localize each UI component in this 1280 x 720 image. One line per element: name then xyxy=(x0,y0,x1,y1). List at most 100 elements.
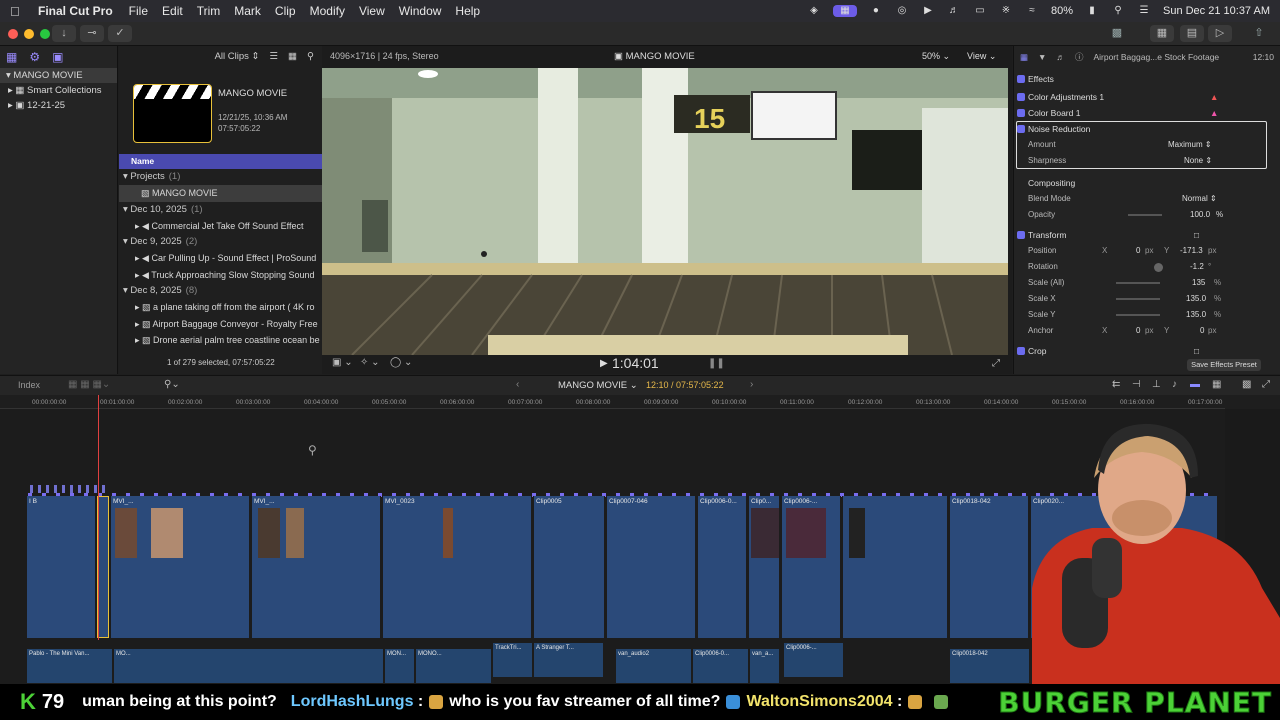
audio-inspector-icon[interactable]: ♬ xyxy=(1056,52,1065,62)
solo-icon[interactable]: ♪ xyxy=(1172,379,1177,390)
list-item[interactable]: ▸ ◀ Truck Approaching Slow Stopping Soun… xyxy=(119,267,322,283)
amount-popup[interactable]: Maximum ⇕ xyxy=(1168,138,1212,152)
timeline-clip[interactable]: Clip0... xyxy=(748,496,780,638)
playhead[interactable] xyxy=(98,395,99,640)
list-group[interactable]: ▾ Dec 9, 2025 (2) xyxy=(119,234,322,250)
layout-inspector-button[interactable]: ▷ xyxy=(1208,25,1232,42)
timeline-clip[interactable]: Clip0005 xyxy=(533,496,605,638)
audio-clip[interactable]: van_a... xyxy=(749,649,779,683)
crop-tool-icon[interactable]: ▣ ⌄ xyxy=(332,357,353,368)
timeline-clip[interactable]: Clip0006-... xyxy=(781,496,841,638)
index-button[interactable]: Index xyxy=(18,380,40,390)
menu-file[interactable]: File xyxy=(129,4,148,18)
zoom-popup[interactable]: 50% ⌄ xyxy=(922,51,950,62)
battery-icon[interactable]: ▮ xyxy=(1085,5,1099,17)
filter-popup[interactable]: All Clips ⇕ xyxy=(215,51,260,62)
video-inspector-icon[interactable]: ▦ xyxy=(1020,52,1028,63)
audio-clip[interactable]: Pablo - The Mini Van... xyxy=(26,649,112,683)
menu-help[interactable]: Help xyxy=(455,4,480,18)
scale-x-slider[interactable] xyxy=(1116,298,1160,300)
minimize-window-button[interactable] xyxy=(24,29,34,39)
timeline-clip[interactable] xyxy=(842,496,948,638)
rotation-dial[interactable] xyxy=(1154,263,1163,272)
skimming-icon[interactable]: ⊣ xyxy=(1132,379,1141,390)
transitions-icon[interactable]: ▩ xyxy=(1242,379,1251,390)
scale-y-slider[interactable] xyxy=(1116,314,1160,316)
anchor-y-value[interactable]: 0 xyxy=(1200,324,1204,338)
libraries-icon[interactable]: ▦ xyxy=(6,50,17,64)
timeline-clip[interactable]: Clip0007-046 xyxy=(606,496,696,638)
wifi-icon[interactable]: ≈ xyxy=(1025,5,1039,17)
share-menu-icon[interactable]: ▩ xyxy=(1106,25,1128,42)
screen-share-icon[interactable]: ◈ xyxy=(807,5,821,17)
clip-appearance-icon[interactable]: ▦ xyxy=(288,51,297,62)
audio-clip[interactable]: Clip0018-042 xyxy=(949,649,1029,683)
color-adjustments-checkbox[interactable] xyxy=(1017,93,1025,101)
sharpness-popup[interactable]: None ⇕ xyxy=(1184,154,1212,168)
bluetooth-icon[interactable]: ※ xyxy=(999,5,1013,17)
list-group[interactable]: ▾ Dec 10, 2025 (1) xyxy=(119,202,322,218)
timeline-clip[interactable]: I B xyxy=(26,496,96,638)
scale-all-slider[interactable] xyxy=(1116,282,1160,284)
timeline-clip[interactable]: Clip0018-042 xyxy=(949,496,1029,638)
menu-modify[interactable]: Modify xyxy=(310,4,345,18)
scale-all-value[interactable]: 135 xyxy=(1192,276,1205,290)
scale-x-value[interactable]: 135.0 xyxy=(1186,292,1206,306)
transform-section[interactable]: Transform □ xyxy=(1014,228,1276,242)
menu-clip[interactable]: Clip xyxy=(275,4,296,18)
list-item[interactable]: ▸ ▧ Drone aerial palm tree coastline oce… xyxy=(119,332,322,348)
timeline-clip[interactable]: MVI_0023 xyxy=(382,496,532,638)
noise-reduction-effect[interactable]: Noise Reduction xyxy=(1014,122,1276,136)
snapping-icon[interactable]: ⇇ xyxy=(1112,379,1120,390)
search-icon[interactable]: ⚲ xyxy=(307,51,314,62)
volume-icon[interactable]: ♬ xyxy=(947,5,961,17)
crop-overlay-icon[interactable]: □ xyxy=(1194,344,1199,358)
audio-clip[interactable]: Clip0006-0... xyxy=(692,649,748,683)
history-forward-icon[interactable]: › xyxy=(750,379,753,390)
zoom-tool-icon[interactable]: ⚲⌄ xyxy=(164,379,180,390)
info-inspector-icon[interactable]: ⓘ xyxy=(1075,51,1084,63)
record-icon[interactable]: ● xyxy=(869,5,883,17)
color-board-icon[interactable]: ▲ xyxy=(1210,106,1218,120)
transform-overlay-icon[interactable]: □ xyxy=(1194,228,1199,242)
enhance-icon[interactable]: ✧ ⌄ xyxy=(360,357,380,368)
menu-trim[interactable]: Trim xyxy=(197,4,221,18)
apple-icon[interactable]:  xyxy=(10,4,24,19)
photos-icon[interactable]: ⚙ xyxy=(29,50,40,64)
play-status-icon[interactable]: ▶ xyxy=(921,5,935,17)
color-inspector-icon[interactable]: ▼ xyxy=(1038,52,1046,62)
audio-clip[interactable]: MO... xyxy=(113,649,383,683)
list-item[interactable]: ▸ ◀ Commercial Jet Take Off Sound Effect xyxy=(119,218,322,234)
layout-timeline-button[interactable]: ▤ xyxy=(1180,25,1204,42)
app-menu[interactable]: Final Cut Pro xyxy=(38,4,113,18)
noise-reduction-checkbox[interactable] xyxy=(1017,125,1025,133)
crop-section[interactable]: Crop □ xyxy=(1014,344,1276,358)
list-item[interactable]: ▸ ▧ a plane taking off from the airport … xyxy=(119,299,322,315)
fullscreen-icon[interactable]: ⤢ xyxy=(992,358,1000,369)
audio-clip[interactable]: MON... xyxy=(384,649,414,683)
color-board-checkbox[interactable] xyxy=(1017,109,1025,117)
audio-clip[interactable]: A Stranger T... xyxy=(533,643,603,677)
timeline-clip[interactable]: Clip0006-0... xyxy=(697,496,747,638)
color-wheel-icon[interactable]: ▲ xyxy=(1210,90,1218,104)
timeline-ruler[interactable]: 00:00:00:00 00:01:00:00 00:02:00:00 00:0… xyxy=(0,395,1225,409)
effects-browser-icon[interactable]: ▦ xyxy=(1212,379,1221,390)
transform-checkbox[interactable] xyxy=(1017,231,1025,239)
timeline-clip[interactable]: MVI_... xyxy=(251,496,381,638)
close-window-button[interactable] xyxy=(8,29,18,39)
name-column-header[interactable]: Name xyxy=(119,154,322,169)
layout-browser-button[interactable]: ▦ xyxy=(1150,25,1174,42)
anchor-x-value[interactable]: 0 xyxy=(1136,324,1140,338)
list-item[interactable]: ▧ MANGO MOVIE xyxy=(119,185,322,202)
list-group[interactable]: ▾ Projects (1) xyxy=(119,169,322,185)
compositing-section[interactable]: Compositing xyxy=(1014,176,1276,190)
color-adjustments-effect[interactable]: Color Adjustments 1 ▲ xyxy=(1014,90,1276,104)
audio-skimming-icon[interactable]: ⊥ xyxy=(1152,379,1161,390)
play-button[interactable]: ▶ xyxy=(600,358,608,369)
audio-clip[interactable]: Clip0006-... xyxy=(783,643,843,677)
audio-clip[interactable]: TrackTri... xyxy=(492,643,532,677)
menu-view[interactable]: View xyxy=(359,4,385,18)
library-item-mango-movie[interactable]: ▾ MANGO MOVIE xyxy=(0,68,117,83)
project-thumbnail[interactable] xyxy=(133,84,212,143)
control-center-icon[interactable]: ☰ xyxy=(1137,5,1151,17)
